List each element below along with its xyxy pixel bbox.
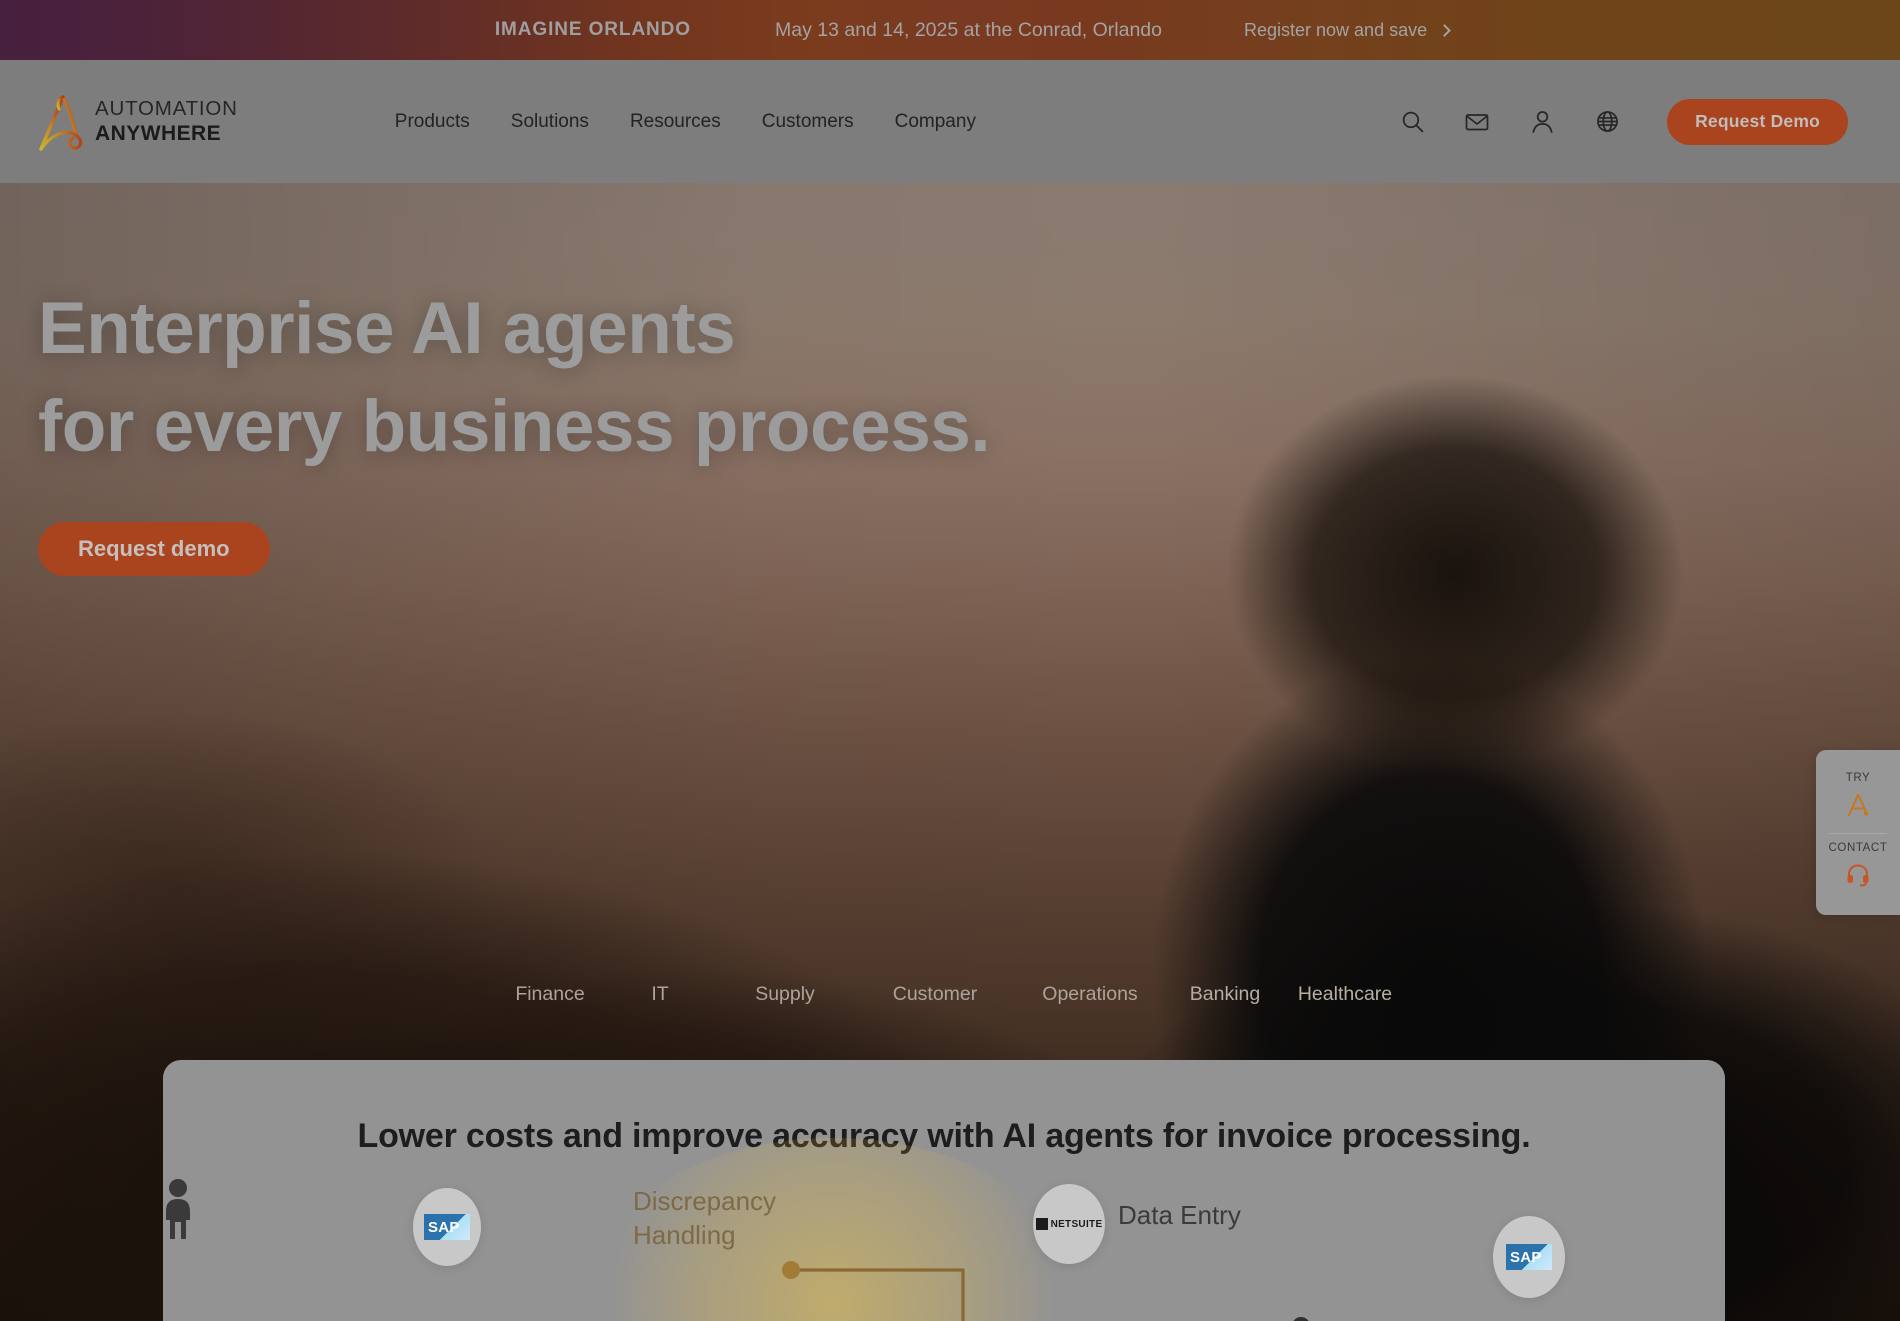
sap-logo-icon: SAP [424,1214,470,1240]
header-actions: Request Demo [1399,98,1848,145]
label-discrepancy-line1: Discrepancy [633,1186,777,1216]
hero-request-demo-button[interactable]: Request demo [38,522,270,576]
feature-panel-title: Lower costs and improve accuracy with AI… [357,1117,1531,1155]
logo-bubble-sap-left: SAP [413,1188,481,1266]
label-discrepancy-line2: Handling [633,1220,736,1250]
hero-section: Enterprise AI agents for every business … [0,183,1900,1321]
category-tab-operations[interactable]: Operations [1010,983,1170,1006]
person-icon [166,1179,190,1239]
promo-register-link[interactable]: Register now and save [1244,19,1451,41]
chevron-right-icon [1438,23,1451,37]
category-tab-customer[interactable]: Customer [860,983,1010,1006]
nav-item-solutions[interactable]: Solutions [511,103,589,141]
page-root: IMAGINE ORLANDO May 13 and 14, 2025 at t… [0,0,1900,1321]
feature-panel: Lower costs and improve accuracy with AI… [163,1060,1725,1321]
label-data-entry: Data Entry [1118,1200,1241,1230]
brand-logo[interactable]: AUTOMATION ANYWHERE [32,91,238,153]
side-widget-contact-label: CONTACT [1828,842,1888,854]
category-tab-healthcare[interactable]: Healthcare [1280,983,1410,1006]
nav-item-company[interactable]: Company [895,103,976,141]
site-header: AUTOMATION ANYWHERE Products Solutions R… [0,60,1900,183]
a-swoosh-logo-icon [39,94,83,151]
a-swoosh-icon [1847,793,1869,817]
mail-icon[interactable] [1464,109,1490,135]
hero-headline-line2: for every business process. [38,386,991,467]
floating-side-widget: TRY CONTACT [1816,750,1900,915]
request-demo-button[interactable]: Request Demo [1667,98,1848,145]
category-tab-finance[interactable]: Finance [490,983,610,1006]
logo-bubble-netsuite: NETSUITE [1033,1184,1105,1264]
globe-icon[interactable] [1594,109,1620,135]
hero-copy: Enterprise AI agents for every business … [38,280,991,576]
promo-event-label: IMAGINE ORLANDO [494,19,691,40]
promo-event-date: May 13 and 14, 2025 at the Conrad, Orlan… [774,18,1162,41]
logo-text-top: AUTOMATION [95,97,238,121]
side-widget-try-label: TRY [1845,772,1871,784]
category-tabs: Finance IT Supply Customer Operations Ba… [0,983,1900,1006]
primary-navigation: Products Solutions Resources Customers C… [395,103,976,141]
netsuite-mark [1035,1218,1048,1230]
category-tab-it[interactable]: IT [610,983,710,1006]
page-title: Enterprise AI agents for every business … [38,280,991,476]
nav-item-resources[interactable]: Resources [630,103,721,141]
category-tab-supply[interactable]: Supply [710,983,860,1006]
logo-text-bottom: ANYWHERE [95,121,222,145]
account-icon[interactable] [1529,109,1555,135]
workflow-illustration: SAP NETSUITE SAP AI AGENT [163,1138,1725,1321]
promo-banner: IMAGINE ORLANDO May 13 and 14, 2025 at t… [0,0,1900,60]
category-tab-banking[interactable]: Banking [1170,983,1280,1006]
side-widget-try[interactable]: TRY [1816,764,1900,831]
promo-register-label: Register now and save [1244,19,1428,40]
label-discrepancy-handling: Discrepancy Handling [633,1184,833,1252]
logo-bubble-sap-right: SAP [1493,1216,1565,1298]
netsuite-logo-icon: NETSUITE [1035,1218,1103,1230]
nav-item-products[interactable]: Products [395,103,470,141]
side-widget-contact[interactable]: CONTACT [1816,834,1900,899]
headset-icon [1847,864,1869,887]
nav-item-customers[interactable]: Customers [762,103,854,141]
search-icon[interactable] [1399,109,1425,135]
hero-headline-line1: Enterprise AI agents [38,288,736,369]
workflow-graph [782,1261,1309,1321]
sap-logo-icon-2: SAP [1506,1244,1552,1270]
